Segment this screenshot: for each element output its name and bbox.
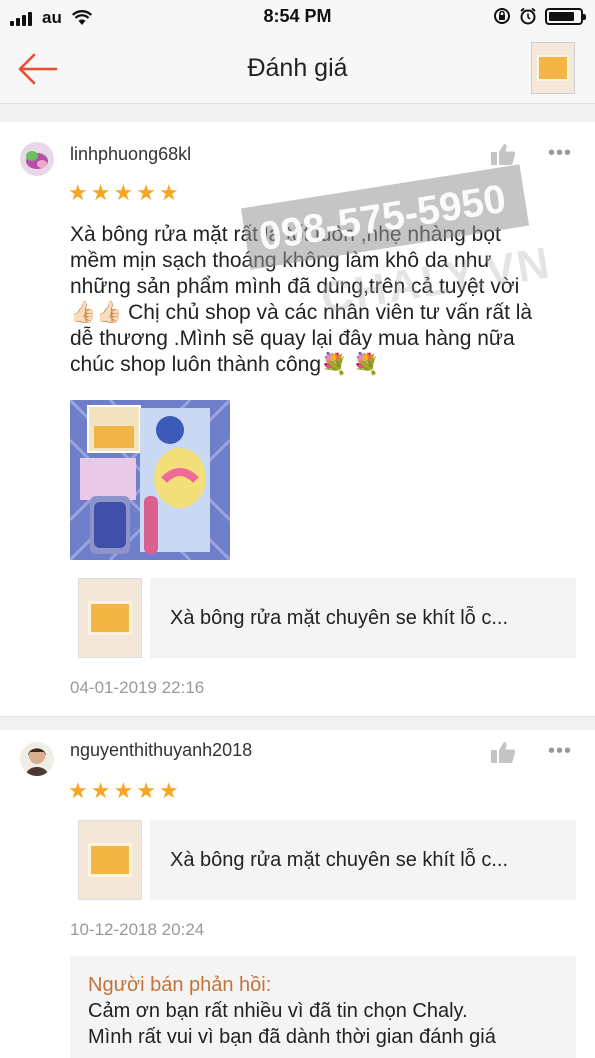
more-options-icon[interactable]: •••: [548, 740, 572, 763]
page-title: Đánh giá: [247, 54, 348, 82]
status-bar: au 8:54 PM: [0, 0, 595, 34]
avatar[interactable]: [20, 142, 54, 176]
review-card: linhphuong68kl ••• ★ ★ ★ ★ ★ Xà bông rửa…: [0, 122, 595, 716]
comment-line: mềm mịn sạch thoáng không làm khô da như: [70, 249, 492, 272]
review-product-card[interactable]: Xà bông rửa mặt chuyên se khít lỗ c...: [78, 578, 576, 658]
rotation-lock-icon: [494, 8, 510, 24]
star-icon: ★: [68, 180, 88, 205]
alarm-icon: [520, 7, 536, 25]
battery-icon: [545, 7, 586, 25]
star-icon: ★: [90, 778, 111, 803]
review-date: 10-12-2018 20:24: [70, 920, 205, 939]
star-rating: ★ ★ ★ ★ ★: [68, 780, 179, 802]
star-icon: ★: [68, 778, 88, 803]
avatar[interactable]: [20, 742, 54, 776]
star-rating: ★ ★ ★ ★ ★: [68, 182, 179, 204]
header-bar: Đánh giá: [0, 34, 595, 104]
review-divider: [0, 716, 595, 730]
comment-line: 👍🏻👍🏻 Chị chủ shop và các nhân viên tư vấ…: [70, 301, 533, 324]
comment-line: Xà bông rửa mặt rất là tốt luôn ,nhẹ nhà…: [70, 223, 501, 246]
section-divider: [0, 104, 595, 122]
star-icon: ★: [113, 778, 134, 803]
star-icon: ★: [113, 180, 134, 205]
seller-reply: Người bán phản hồi: Cảm ơn bạn rất nhiều…: [70, 956, 576, 1058]
product-thumbnail[interactable]: [531, 42, 575, 94]
product-thumbnail[interactable]: [78, 820, 142, 900]
star-icon: ★: [158, 180, 179, 205]
thumbs-up-icon[interactable]: [490, 142, 516, 166]
star-icon: ★: [90, 180, 111, 205]
seller-reply-title: Người bán phản hồi:: [88, 974, 272, 996]
more-options-icon[interactable]: •••: [548, 142, 572, 165]
comment-line: những sản phẩm mình đã dùng,trên cả tuyệ…: [70, 275, 520, 298]
reviewer-username[interactable]: nguyenthithuyanh2018: [70, 740, 252, 761]
star-icon: ★: [136, 778, 156, 803]
star-icon: ★: [158, 778, 179, 803]
reviewer-username[interactable]: linhphuong68kl: [70, 144, 191, 165]
seller-reply-line: Mình rất vui vì bạn đã dành thời gian đá…: [88, 1026, 496, 1048]
star-icon: ★: [136, 180, 156, 205]
comment-line: chúc shop luôn thành công💐 💐: [70, 353, 380, 376]
review-product-card[interactable]: Xà bông rửa mặt chuyên se khít lỗ c...: [78, 820, 576, 900]
thumbs-up-icon[interactable]: [490, 740, 516, 764]
comment-line: dễ thương .Mình sẽ quay lại đây mua hàng…: [70, 327, 515, 350]
product-name[interactable]: Xà bông rửa mặt chuyên se khít lỗ c...: [150, 820, 576, 900]
product-thumbnail[interactable]: [78, 578, 142, 658]
review-date: 04-01-2019 22:16: [70, 678, 205, 697]
product-name[interactable]: Xà bông rửa mặt chuyên se khít lỗ c...: [150, 578, 576, 658]
review-comment: Xà bông rửa mặt rất là tốt luôn ,nhẹ nhà…: [70, 222, 580, 378]
seller-reply-line: Cảm ơn bạn rất nhiều vì đã tin chọn Chal…: [88, 1000, 468, 1022]
review-photo[interactable]: [70, 400, 230, 560]
